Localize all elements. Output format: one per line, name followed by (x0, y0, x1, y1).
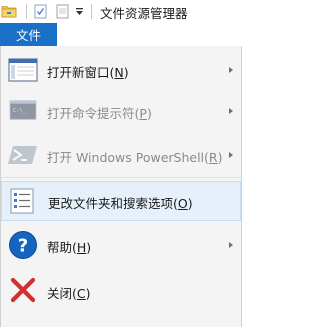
svg-text:?: ? (18, 236, 28, 257)
properties-icon[interactable] (34, 4, 47, 19)
title-bar: 文件资源管理器 (0, 0, 244, 23)
svg-text:C:\_: C:\_ (13, 108, 27, 114)
submenu-arrow-icon (229, 67, 233, 73)
menu-item-folder-options[interactable]: 更改文件夹和搜索选项(O) (1, 181, 241, 221)
menu-item-label: 帮助(H) (47, 240, 92, 255)
submenu-arrow-icon (229, 242, 233, 248)
command-prompt-icon: C:\_ (9, 100, 37, 120)
close-icon (10, 277, 36, 303)
file-tab-label: 文件 (15, 28, 41, 43)
submenu-arrow-icon (229, 108, 233, 114)
help-icon: ? (9, 231, 37, 259)
submenu-arrow-icon (229, 152, 233, 158)
menu-item-label: 打开 Windows PowerShell(R) (47, 150, 223, 165)
window-title: 文件资源管理器 (100, 6, 188, 21)
new-window-icon (8, 58, 38, 82)
menu-item-help[interactable]: ? 帮助(H) (1, 225, 241, 265)
menu-item-open-powershell[interactable]: 打开 Windows PowerShell(R) (1, 135, 241, 175)
file-menu: 打开新窗口(N) C:\_ 打开命令提示符(P) 打开 Windows Powe… (0, 46, 242, 327)
customize-dropdown-icon[interactable] (74, 6, 85, 17)
file-tab[interactable]: 文件 (0, 23, 57, 46)
file-explorer-window: 文件资源管理器 文件 打开新窗口(N) C:\_ 打开命令提示符(P) 打开 W… (0, 0, 244, 327)
folder-icon[interactable] (1, 4, 17, 18)
menu-item-label: 打开命令提示符(P) (47, 106, 152, 121)
menu-separator (1, 177, 241, 178)
menu-item-label: 更改文件夹和搜索选项(O) (48, 196, 193, 211)
toolbar-separator (91, 4, 92, 19)
new-folder-icon[interactable] (56, 4, 69, 19)
powershell-icon (8, 146, 37, 164)
toolbar-separator (26, 4, 27, 19)
menu-item-close[interactable]: 关闭(C) (1, 271, 241, 311)
menu-item-open-new-window[interactable]: 打开新窗口(N) (1, 50, 241, 90)
menu-item-open-command-prompt[interactable]: C:\_ 打开命令提示符(P) (1, 91, 241, 131)
menu-item-label: 关闭(C) (47, 286, 91, 301)
folder-options-icon (10, 188, 34, 214)
menu-item-label: 打开新窗口(N) (47, 65, 129, 80)
